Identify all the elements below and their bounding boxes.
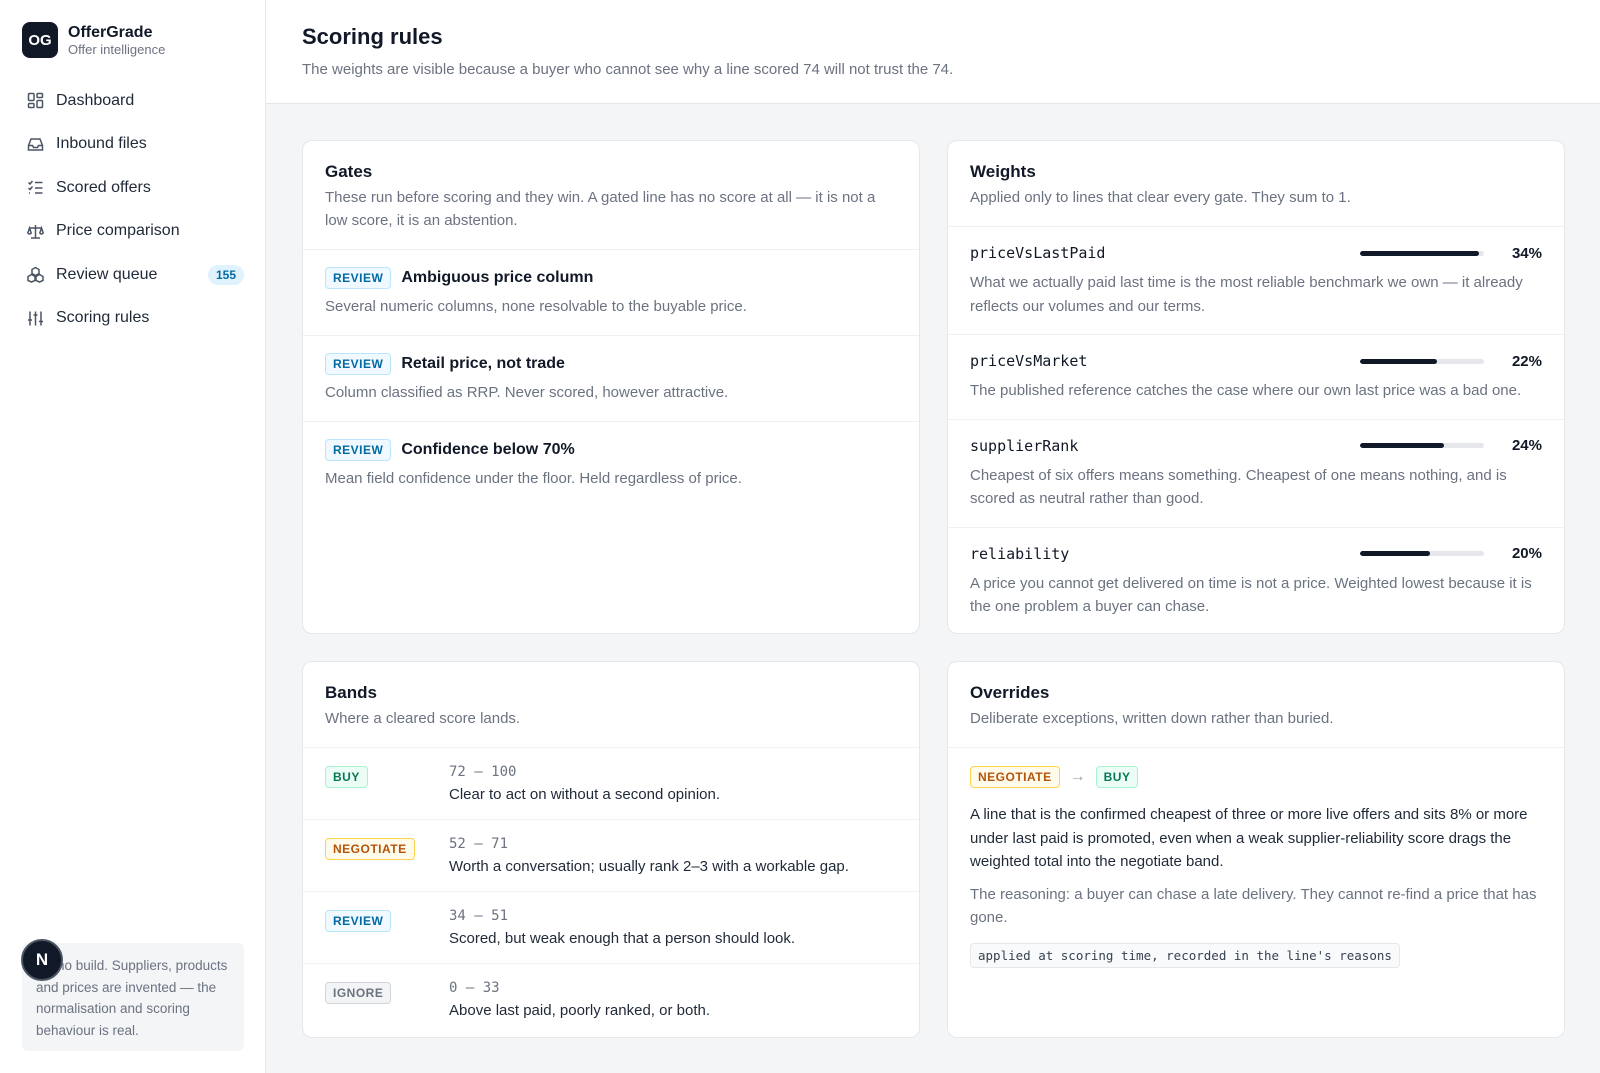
gate-description: Mean field confidence under the floor. H… [325, 470, 742, 487]
band-description: Scored, but weak enough that a person sh… [449, 930, 796, 947]
weight-percent: 22% [1511, 352, 1542, 370]
band-range: 34 – 51 [449, 908, 509, 924]
weight-bar [1360, 250, 1484, 256]
sidebar-item-label: Dashboard [56, 91, 135, 109]
band-range: 72 – 100 [449, 764, 517, 780]
band-row: BUY 72 – 100 Clear to act on without a s… [303, 748, 919, 820]
band-row: REVIEW 34 – 51 Scored, but weak enough t… [303, 892, 919, 964]
sidebar-item-scored-offers[interactable]: Scored offers [14, 166, 254, 210]
override-reasoning: The reasoning: a buyer can chase a late … [970, 885, 1537, 927]
weight-description: What we actually paid last time is the m… [970, 274, 1523, 315]
weight-row: priceVsMarket 22% The published referenc… [948, 335, 1564, 420]
band-description: Above last paid, poorly ranked, or both. [449, 1002, 710, 1019]
sidebar-item-label: Inbound files [56, 135, 147, 153]
weight-row: reliability 20% A price you cannot get d… [948, 528, 1564, 634]
sidebar-item-inbound-files[interactable]: Inbound files [14, 123, 254, 167]
override-rule-text: A line that is the confirmed cheapest of… [970, 806, 1528, 870]
sidebar-item-label: Price comparison [56, 222, 180, 240]
sidebar-nav: Dashboard Inbound files Scored offers Pr… [14, 79, 254, 340]
review-queue-count-badge: 155 [207, 264, 244, 285]
weight-percent: 24% [1511, 437, 1542, 454]
review-tag: REVIEW [325, 439, 392, 461]
bands-description: Where a cleared score lands. [325, 710, 521, 727]
gate-row: REVIEW Retail price, not trade Column cl… [303, 336, 919, 422]
dashboard-icon [26, 92, 44, 110]
band-row: IGNORE 0 – 33 Above last paid, poorly ra… [303, 964, 919, 1036]
negotiate-tag: NEGOTIATE [970, 766, 1060, 788]
weight-bar-fill [1360, 551, 1431, 556]
avatar[interactable]: N [21, 939, 63, 981]
sidebar: OG OfferGrade Offer intelligence Dashboa… [0, 0, 266, 1073]
overrides-card: Overrides Deliberate exceptions, written… [947, 661, 1565, 1038]
gate-description: Several numeric columns, none resolvable… [325, 298, 747, 315]
weight-percent: 20% [1511, 545, 1542, 562]
sidebar-item-review-queue[interactable]: Review queue 155 [14, 253, 254, 297]
weight-bar [1360, 551, 1484, 556]
band-description: Clear to act on without a second opinion… [449, 786, 721, 803]
sidebar-item-price-comparison[interactable]: Price comparison [14, 210, 254, 254]
weight-bar-fill [1360, 250, 1480, 256]
band-description: Worth a conversation; usually rank 2–3 w… [449, 858, 849, 875]
weight-bar [1360, 443, 1484, 448]
weight-bar-fill [1360, 443, 1445, 448]
overrides-description: Deliberate exceptions, written down rath… [970, 710, 1334, 727]
sidebar-item-label: Scoring rules [56, 309, 150, 327]
app-tagline: Offer intelligence [68, 41, 166, 57]
gate-description: Column classified as RRP. Never scored, … [325, 384, 729, 401]
weight-bar-fill [1360, 358, 1438, 364]
review-tag: REVIEW [325, 910, 392, 932]
gate-row: REVIEW Ambiguous price column Several nu… [303, 250, 919, 336]
buy-tag: BUY [325, 766, 368, 788]
sidebar-item-scoring-rules[interactable]: Scoring rules [14, 297, 254, 341]
app-name: OfferGrade [68, 23, 153, 41]
weight-description: A price you cannot get delivered on time… [970, 574, 1532, 616]
band-range: 0 – 33 [449, 980, 500, 996]
checklist-icon [26, 179, 44, 197]
override-code-note: applied at scoring time, recorded in the… [970, 942, 1400, 968]
weight-row: supplierRank 24% Cheapest of six offers … [948, 420, 1564, 528]
gates-card: Gates These run before scoring and they … [302, 140, 920, 634]
weights-description: Applied only to lines that clear every g… [970, 189, 1351, 206]
page-subtitle: The weights are visible because a buyer … [302, 61, 954, 78]
weights-title: Weights [970, 162, 1036, 181]
band-row: NEGOTIATE 52 – 71 Worth a conversation; … [303, 820, 919, 892]
gates-title: Gates [325, 162, 373, 181]
sidebar-item-label: Review queue [56, 265, 158, 283]
review-tag: REVIEW [325, 353, 392, 375]
inbox-icon [26, 135, 44, 153]
weight-key: reliability [970, 544, 1070, 563]
weight-bar [1360, 358, 1484, 364]
overrides-title: Overrides [970, 683, 1050, 702]
gate-row: REVIEW Confidence below 70% Mean field c… [303, 422, 919, 507]
band-range: 52 – 71 [449, 836, 509, 852]
buy-tag: BUY [1095, 766, 1139, 788]
gates-description: These run before scoring and they win. A… [325, 189, 876, 229]
arrow-right-icon: → [1069, 768, 1086, 785]
gate-title: Ambiguous price column [401, 269, 594, 286]
weight-key: priceVsMarket [970, 352, 1088, 370]
weight-key: supplierRank [970, 436, 1079, 455]
negotiate-tag: NEGOTIATE [325, 838, 415, 860]
page-header: Scoring rules The weights are visible be… [266, 0, 1600, 104]
brand[interactable]: OG OfferGrade Offer intelligence [22, 22, 165, 58]
weight-description: Cheapest of six offers means something. … [970, 466, 1507, 508]
page-title: Scoring rules [302, 24, 443, 49]
weight-percent: 34% [1511, 244, 1542, 262]
sidebar-item-label: Scored offers [56, 178, 151, 196]
app-logo: OG [22, 22, 58, 58]
boxes-icon [26, 266, 44, 284]
review-tag: REVIEW [325, 267, 392, 289]
sidebar-item-dashboard[interactable]: Dashboard [14, 79, 254, 123]
sliders-icon [26, 309, 44, 327]
bands-card: Bands Where a cleared score lands. BUY 7… [302, 661, 920, 1038]
weight-row: priceVsLastPaid 34% What we actually pai… [948, 227, 1564, 335]
ignore-tag: IGNORE [325, 982, 392, 1004]
bands-title: Bands [325, 683, 377, 702]
gate-title: Confidence below 70% [401, 441, 575, 458]
gate-title: Retail price, not trade [401, 355, 565, 372]
scale-icon [26, 222, 44, 240]
weights-card: Weights Applied only to lines that clear… [947, 140, 1565, 634]
weight-description: The published reference catches the case… [970, 382, 1522, 399]
weight-key: priceVsLastPaid [970, 244, 1106, 262]
